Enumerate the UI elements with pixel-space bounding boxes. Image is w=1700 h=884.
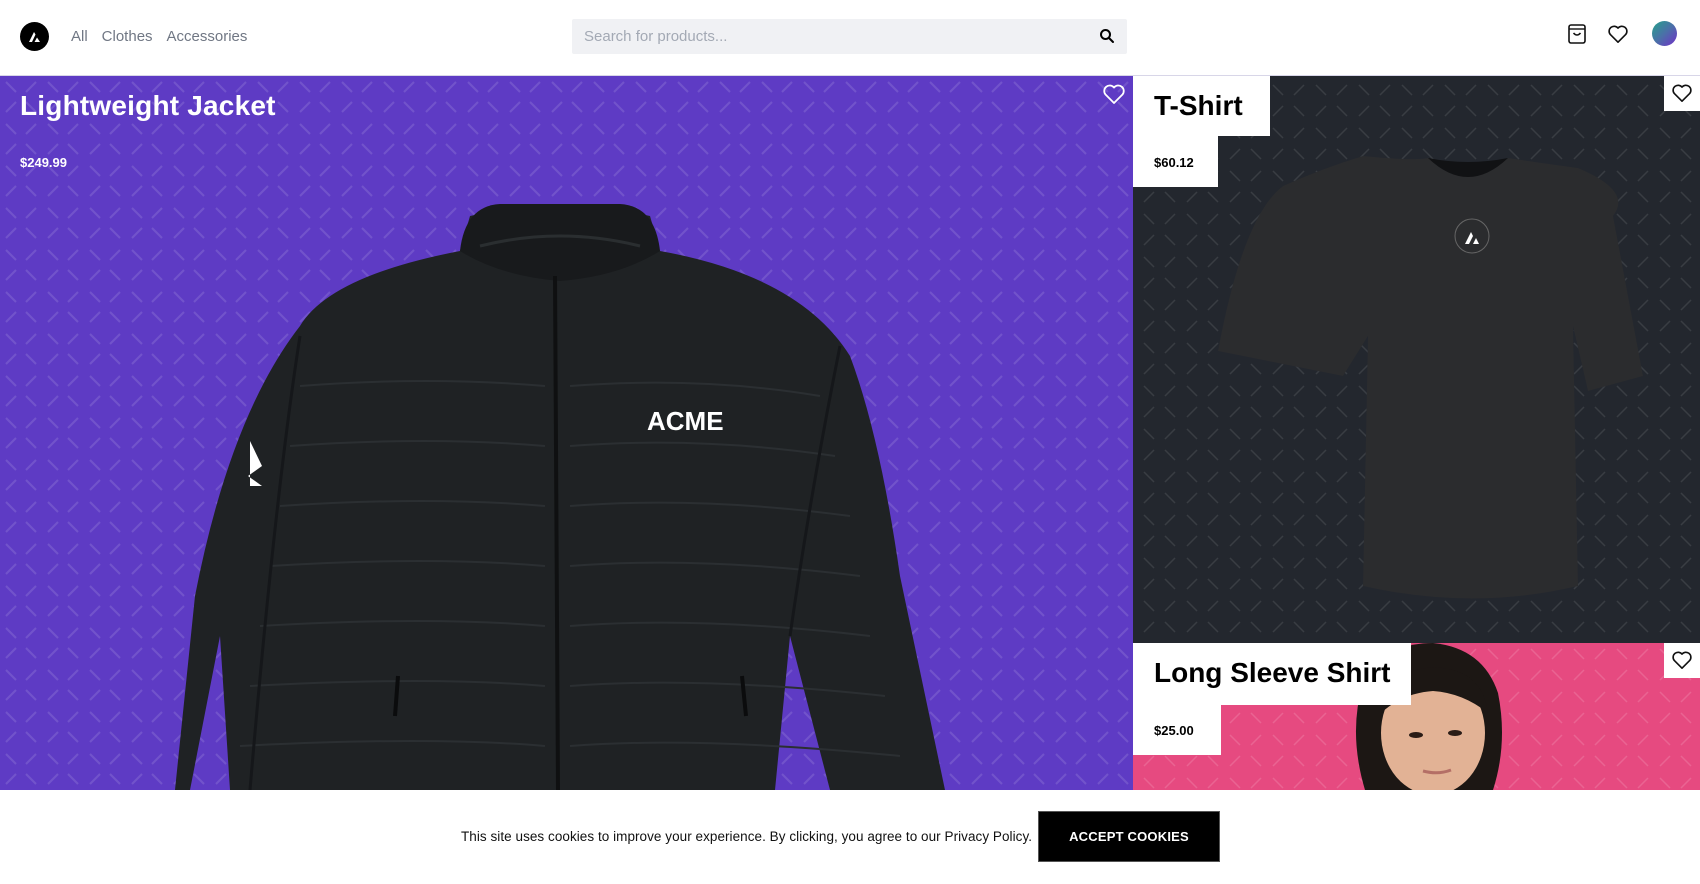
user-avatar[interactable] (1652, 21, 1677, 46)
product-card-long-sleeve-shirt[interactable]: Long Sleeve Shirt $25.00 (1133, 643, 1700, 790)
main-nav: All Clothes Accessories (71, 27, 261, 47)
price-box: $60.12 (1133, 136, 1218, 187)
nav-link-clothes[interactable]: Clothes (102, 27, 153, 47)
product-card-t-shirt[interactable]: T-Shirt $60.12 (1133, 76, 1700, 643)
product-title: Long Sleeve Shirt (1154, 657, 1391, 688)
search-input[interactable] (584, 19, 1064, 54)
favorite-heart-icon[interactable] (1102, 83, 1130, 111)
nav-link-all[interactable]: All (71, 27, 88, 47)
accept-cookies-button[interactable]: ACCEPT COOKIES (1038, 811, 1220, 862)
product-price: $249.99 (20, 155, 67, 170)
cookie-message: This site uses cookies to improve your e… (461, 829, 1033, 844)
heart-icon (1672, 651, 1692, 669)
site-header: All Clothes Accessories (0, 0, 1700, 76)
favorite-button[interactable] (1664, 76, 1700, 111)
t-shirt-image (1218, 156, 1643, 599)
lightweight-jacket-image (175, 204, 945, 790)
product-price: $25.00 (1154, 723, 1194, 738)
product-title: T-Shirt (1154, 90, 1243, 121)
title-box: Long Sleeve Shirt (1133, 643, 1411, 705)
nav-link-accessories[interactable]: Accessories (167, 27, 248, 47)
title-box: T-Shirt (1133, 76, 1270, 136)
product-price: $60.12 (1154, 155, 1194, 170)
wishlist-heart-icon[interactable] (1607, 24, 1629, 49)
heart-icon (1672, 84, 1692, 102)
product-card-lightweight-jacket[interactable]: ACME Lightweight Jacket $249.99 (0, 76, 1133, 790)
shopping-bag-icon[interactable] (1567, 23, 1587, 50)
cookie-banner: This site uses cookies to improve your e… (0, 790, 1700, 884)
acme-triangle-logo-icon (29, 32, 40, 42)
search-bar (572, 19, 1127, 54)
jacket-brand-text: ACME (647, 406, 724, 436)
favorite-button[interactable] (1664, 643, 1700, 678)
price-box: $25.00 (1133, 705, 1221, 755)
logo-link[interactable] (20, 22, 49, 51)
search-icon[interactable] (1099, 28, 1115, 49)
product-title: Lightweight Jacket (20, 90, 276, 121)
